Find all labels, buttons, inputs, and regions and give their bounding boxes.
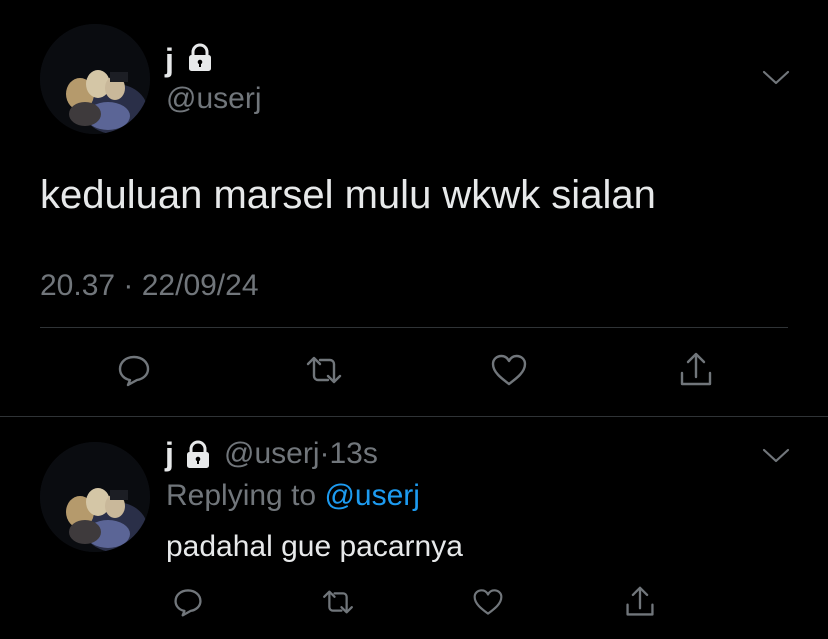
share-button[interactable] <box>622 584 658 620</box>
heart-icon <box>489 352 529 388</box>
divider <box>0 416 828 417</box>
retweet-button[interactable] <box>318 584 358 620</box>
avatar[interactable] <box>40 24 150 134</box>
replying-to: Replying to @userj <box>166 478 420 514</box>
reply-icon <box>116 352 152 388</box>
reply-icon <box>172 586 204 618</box>
tweet-time-ago[interactable]: 13s <box>329 437 377 470</box>
share-icon <box>624 585 656 619</box>
retweet-button[interactable] <box>300 350 348 390</box>
like-button[interactable] <box>488 350 530 390</box>
heart-icon <box>471 587 505 617</box>
like-button[interactable] <box>470 584 506 620</box>
tweet-timestamp[interactable]: 20.37 · 22/09/24 <box>40 268 259 304</box>
author-name[interactable]: j <box>165 437 174 471</box>
share-button[interactable] <box>676 350 716 390</box>
chevron-down-icon[interactable] <box>760 66 792 93</box>
divider <box>40 327 788 328</box>
chevron-down-icon[interactable] <box>760 444 792 471</box>
tweet-text: padahal gue pacarnya <box>166 530 463 563</box>
reply-button[interactable] <box>170 584 206 620</box>
replying-prefix: Replying to <box>166 479 317 512</box>
tweet-text: keduluan marsel mulu wkwk sialan <box>40 173 656 217</box>
retweet-icon <box>319 586 357 618</box>
author-handle-meta[interactable]: @userj·13s <box>224 437 378 471</box>
author-handle[interactable]: @userj <box>166 82 261 116</box>
lock-icon <box>184 440 212 475</box>
avatar[interactable] <box>40 442 150 552</box>
lock-icon <box>186 43 214 78</box>
author-handle[interactable]: @userj <box>224 437 319 470</box>
meta-separator: · <box>319 437 330 470</box>
retweet-icon <box>302 352 346 388</box>
reply-button[interactable] <box>114 350 154 390</box>
replying-to-link[interactable]: @userj <box>324 479 419 512</box>
share-icon <box>678 351 714 389</box>
author-name[interactable]: j <box>165 43 174 77</box>
